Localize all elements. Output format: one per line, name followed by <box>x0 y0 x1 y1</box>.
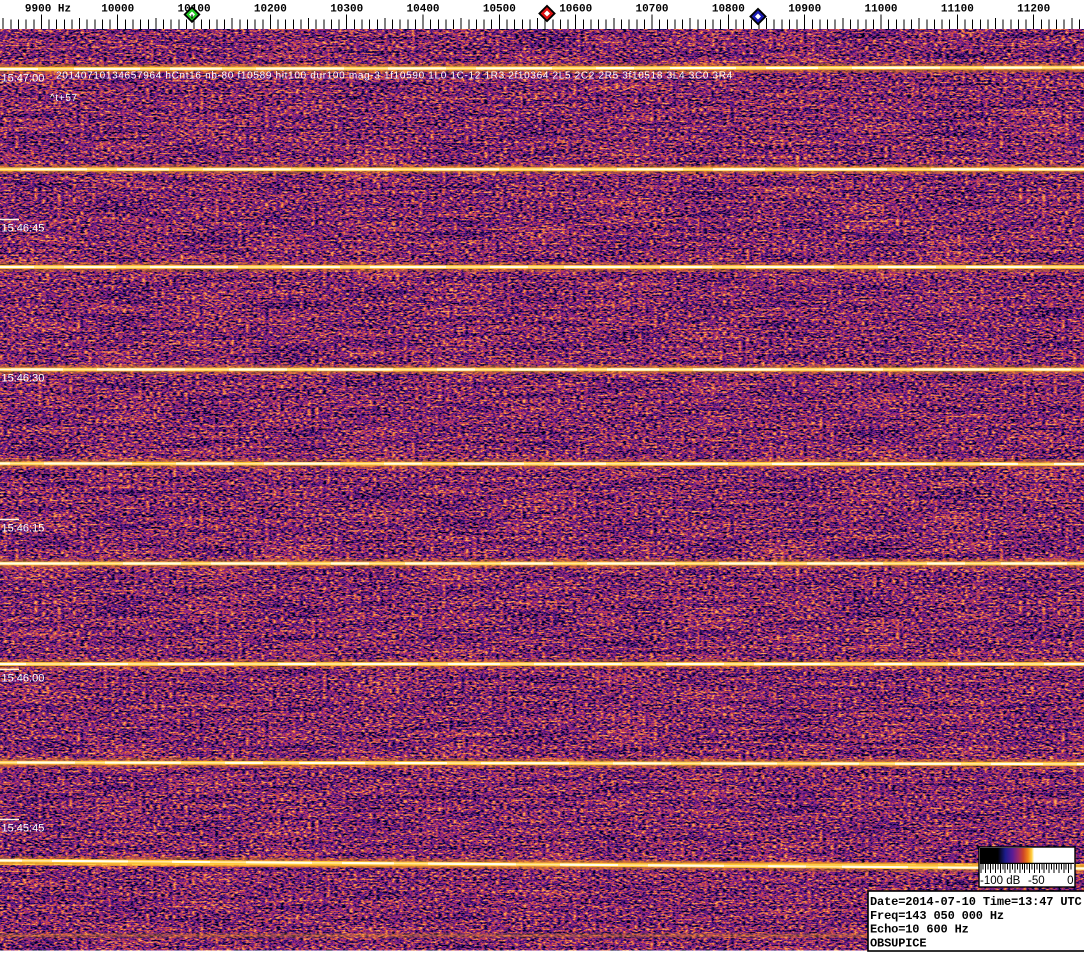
svg-text:15:46:30: 15:46:30 <box>2 373 45 385</box>
svg-text:Freq=143 050 000 Hz: Freq=143 050 000 Hz <box>870 909 1004 923</box>
svg-text:15:47:00: 15:47:00 <box>2 73 45 85</box>
svg-text:10200: 10200 <box>254 4 287 16</box>
svg-text:9900 Hz: 9900 Hz <box>25 4 71 16</box>
svg-text:11200: 11200 <box>1017 4 1050 16</box>
svg-text:-50: -50 <box>1028 875 1045 887</box>
svg-text:10700: 10700 <box>636 4 669 16</box>
svg-text:15:46:15: 15:46:15 <box>2 523 45 535</box>
svg-text:11000: 11000 <box>865 4 898 16</box>
svg-text:10000: 10000 <box>101 4 134 16</box>
svg-text:10400: 10400 <box>407 4 440 16</box>
svg-text:0: 0 <box>1067 875 1073 887</box>
svg-text:15:45:45: 15:45:45 <box>2 823 45 835</box>
svg-text:10600: 10600 <box>559 4 592 16</box>
svg-text:^t+57: ^t+57 <box>50 93 78 104</box>
svg-text:Date=2014-07-10 Time=13:47 UTC: Date=2014-07-10 Time=13:47 UTC <box>870 895 1082 909</box>
svg-text:20140710134657964 hCnt16 nb-80: 20140710134657964 hCnt16 nb-80 f10589 hi… <box>56 71 733 82</box>
svg-text:15:46:45: 15:46:45 <box>2 223 45 235</box>
svg-text:10800: 10800 <box>712 4 745 16</box>
svg-text:10500: 10500 <box>483 4 516 16</box>
svg-text:-100 dB: -100 dB <box>980 875 1021 887</box>
svg-text:15:46:00: 15:46:00 <box>2 673 45 685</box>
svg-text:Echo=10 600 Hz: Echo=10 600 Hz <box>870 923 969 937</box>
svg-text:11100: 11100 <box>941 4 974 16</box>
svg-text:10900: 10900 <box>788 4 821 16</box>
svg-text:10300: 10300 <box>330 4 363 16</box>
svg-text:OBSUPICE: OBSUPICE <box>870 936 926 950</box>
